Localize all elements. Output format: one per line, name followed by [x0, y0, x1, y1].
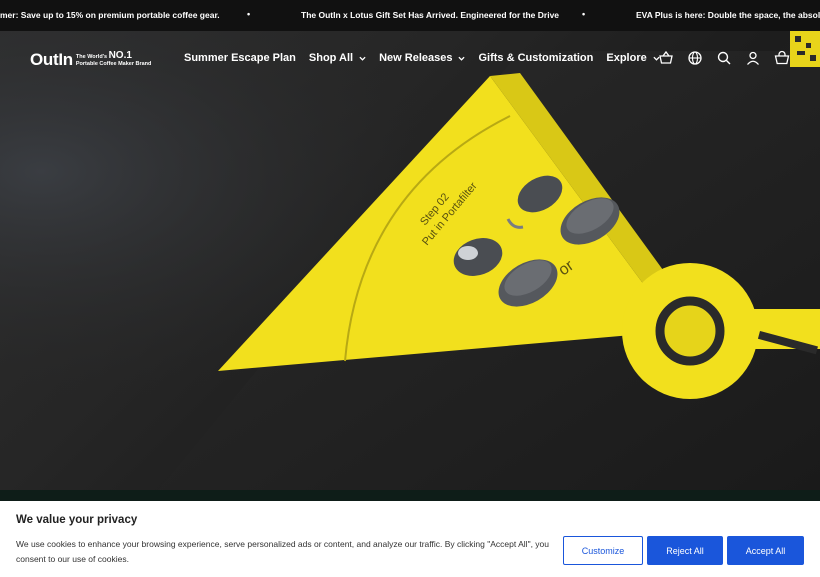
basket-icon[interactable]	[658, 50, 674, 66]
logo-tagline: The World's NO.1 Portable Coffee Maker B…	[75, 50, 152, 67]
nav-label: Gifts & Customization	[478, 52, 594, 64]
nav-item-explore[interactable]: Explore	[606, 52, 660, 64]
announcement-text: EVA Plus is here: Double the space, the …	[636, 10, 820, 20]
logo-tagline-top: The World's	[75, 54, 108, 60]
logo-tagline-bottom: Portable Coffee Maker Brand	[75, 60, 152, 67]
separator-dot: •	[582, 9, 586, 19]
globe-icon[interactable]	[687, 50, 703, 66]
brand-logo[interactable]: OutIn The World's NO.1 Portable Coffee M…	[30, 50, 151, 70]
header-icons	[658, 50, 790, 66]
customize-button[interactable]: Customize	[563, 536, 643, 565]
nav-item-summer-escape-plan[interactable]: Summer Escape Plan	[184, 52, 296, 64]
nav-label: Shop All	[308, 52, 354, 64]
announcement-text: The OutIn x Lotus Gift Set Has Arrived. …	[301, 10, 560, 20]
nav-item-gifts-customization[interactable]: Gifts & Customization	[478, 52, 593, 64]
main-nav: Summer Escape Plan Shop All New Releases…	[184, 52, 660, 64]
announcement-text: mer: Save up to 15% on premium portable …	[0, 10, 220, 20]
reject-all-button[interactable]: Reject All	[647, 536, 723, 565]
accept-all-button[interactable]: Accept All	[727, 536, 804, 565]
hero-image: Step 02 Put in Portafilter or	[0, 31, 820, 500]
hero-banner[interactable]: Step 02 Put in Portafilter or	[0, 31, 820, 500]
announcement-bar: mer: Save up to 15% on premium portable …	[0, 0, 820, 31]
nav-label: Explore	[606, 52, 647, 64]
cookie-body: We use cookies to enhance your browsing …	[16, 539, 550, 564]
account-icon[interactable]	[745, 50, 761, 66]
cookie-consent-banner: We value your privacy We use cookies to …	[0, 501, 820, 577]
chevron-down-icon	[458, 56, 466, 61]
separator-dot: •	[247, 9, 251, 19]
cart-icon[interactable]	[774, 50, 790, 66]
site-header: OutIn The World's NO.1 Portable Coffee M…	[0, 31, 820, 87]
logo-tagline-big: NO.1	[108, 50, 132, 61]
cookie-title: We value your privacy	[16, 514, 138, 526]
logo-wordmark: OutIn	[30, 50, 73, 69]
chevron-down-icon	[359, 56, 366, 61]
nav-label: Summer Escape Plan	[184, 52, 296, 64]
nav-item-new-releases[interactable]: New Releases	[379, 52, 466, 64]
nav-label: New Releases	[379, 52, 453, 64]
search-icon[interactable]	[716, 50, 732, 66]
nav-item-shop-all[interactable]: Shop All	[309, 52, 366, 64]
